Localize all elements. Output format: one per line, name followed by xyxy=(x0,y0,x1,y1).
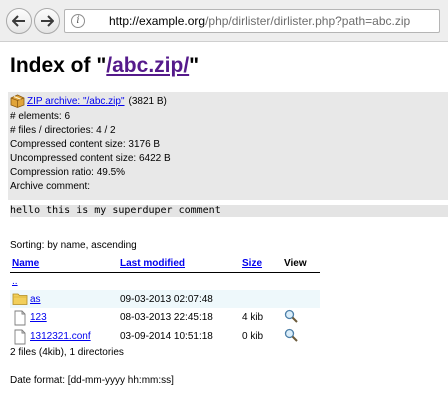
row-link[interactable]: 1312321.conf xyxy=(30,331,91,342)
page-content: Index of "/abc.zip/" ZIP archive: "/abc.… xyxy=(0,42,448,403)
modified-cell: 03-09-2014 10:51:18 xyxy=(118,327,240,346)
url-text[interactable]: http://example.org/php/dirlister/dirlist… xyxy=(109,14,410,28)
title-path-link[interactable]: /abc.zip/ xyxy=(106,54,189,77)
size-cell: 0 kib xyxy=(240,327,282,346)
row-link[interactable]: as xyxy=(30,294,41,305)
name-cell: 123 xyxy=(10,308,118,327)
magnifier-icon[interactable] xyxy=(284,328,298,342)
table-row: as 09-03-2013 02:07:48 xyxy=(10,290,320,308)
stat-compressed-size: Compressed content size: 3176 B xyxy=(10,139,161,150)
table-row: 123 08-03-2013 22:45:18 4 kib xyxy=(10,308,320,327)
arrow-right-icon xyxy=(41,15,54,27)
package-icon xyxy=(10,94,25,108)
modified-cell: 09-03-2013 02:07:48 xyxy=(118,290,240,308)
col-size-header[interactable]: Size xyxy=(240,254,282,273)
date-format-note: Date format: [dd-mm-yyyy hh:mm:ss] xyxy=(10,375,174,386)
view-cell xyxy=(282,308,320,327)
parent-dir-cell: .. xyxy=(10,272,320,290)
size-cell: 4 kib xyxy=(240,308,282,327)
parent-dir-row: .. xyxy=(10,272,320,290)
arrow-left-icon xyxy=(12,15,25,27)
archive-header: ZIP archive: "/abc.zip" (3821 B) xyxy=(10,94,167,108)
view-cell xyxy=(282,327,320,346)
url-host: http://example.org xyxy=(109,14,206,28)
page-title: Index of "/abc.zip/" xyxy=(10,54,199,78)
table-row: 1312321.conf 03-09-2014 10:51:18 0 kib xyxy=(10,327,320,346)
archive-size: (3821 B) xyxy=(128,95,167,107)
archive-link[interactable]: ZIP archive: "/abc.zip" xyxy=(27,96,125,107)
stat-comment-label: Archive comment: xyxy=(10,181,91,192)
stat-uncompressed-size: Uncompressed content size: 6422 B xyxy=(10,153,171,164)
modified-cell: 08-03-2013 22:45:18 xyxy=(118,308,240,327)
name-cell: 1312321.conf xyxy=(10,327,118,346)
sort-by-modified-link[interactable]: Last modified xyxy=(120,258,185,269)
view-cell xyxy=(282,290,320,308)
archive-comment: hello this is my superduper comment xyxy=(10,205,448,217)
file-listing-table: Name Last modified Size View .. as 09-03… xyxy=(10,254,320,346)
title-prefix: Index of " xyxy=(10,54,107,77)
folder-icon xyxy=(12,293,28,305)
title-suffix: " xyxy=(189,54,200,77)
row-link[interactable]: 123 xyxy=(30,312,47,323)
address-bar[interactable]: i http://example.org/php/dirlister/dirli… xyxy=(64,9,440,33)
sort-by-size-link[interactable]: Size xyxy=(242,258,262,269)
stat-files-dirs: # files / directories: 4 / 2 xyxy=(10,125,116,136)
size-cell xyxy=(240,290,282,308)
magnifier-icon[interactable] xyxy=(284,309,298,323)
stat-elements: # elements: 6 xyxy=(10,111,71,122)
sort-by-name-link[interactable]: Name xyxy=(12,258,39,269)
listing-summary: 2 files (4kib), 1 directories xyxy=(10,347,124,358)
col-name-header[interactable]: Name xyxy=(10,254,118,273)
name-cell: as xyxy=(10,290,118,308)
info-icon[interactable]: i xyxy=(71,14,85,28)
stat-compression-ratio: Compression ratio: 49.5% xyxy=(10,167,126,178)
document-icon xyxy=(14,329,26,344)
archive-stats: # elements: 6 # files / directories: 4 /… xyxy=(10,110,171,194)
browser-toolbar: i http://example.org/php/dirlister/dirli… xyxy=(0,0,448,42)
table-header-row: Name Last modified Size View xyxy=(10,254,320,273)
col-view-header: View xyxy=(282,254,320,273)
document-icon xyxy=(14,310,26,325)
url-path: /php/dirlister/dirlister.php?path=abc.zi… xyxy=(205,14,411,28)
sorting-info: Sorting: by name, ascending xyxy=(10,240,137,251)
parent-dir-link[interactable]: .. xyxy=(12,276,18,287)
back-button[interactable] xyxy=(6,8,32,34)
col-modified-header[interactable]: Last modified xyxy=(118,254,240,273)
forward-button[interactable] xyxy=(34,8,60,34)
archive-info-box: ZIP archive: "/abc.zip" (3821 B) # eleme… xyxy=(8,92,448,217)
